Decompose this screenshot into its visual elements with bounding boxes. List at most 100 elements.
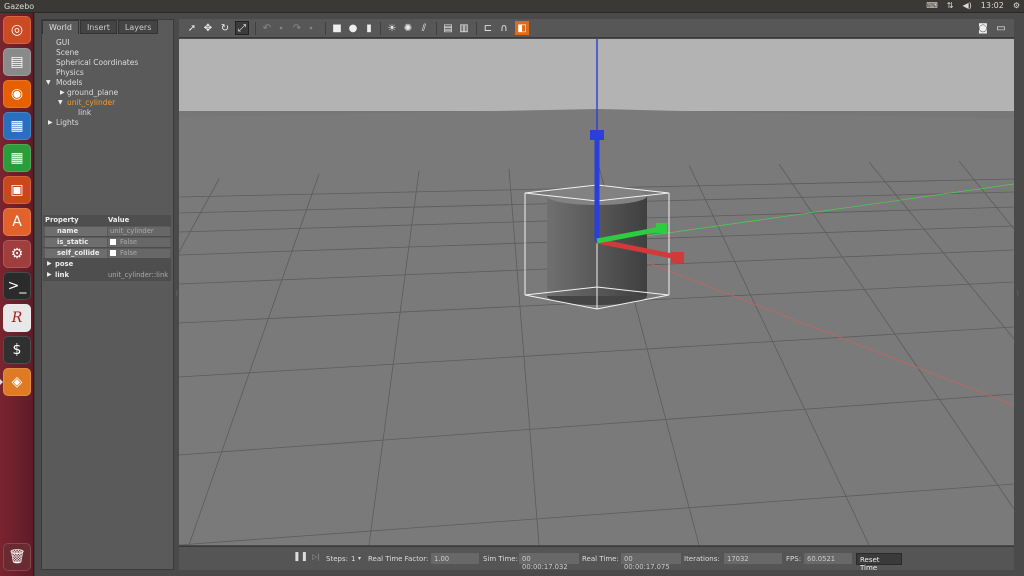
tab-layers[interactable]: Layers [117, 20, 159, 34]
steps-label: Steps: [326, 555, 348, 563]
copy-icon[interactable]: ▤ [441, 21, 455, 35]
property-row-is-static: is_static False [43, 237, 171, 248]
tree-item-scene[interactable]: Scene [56, 48, 79, 57]
expand-right-icon[interactable]: ▶ [48, 119, 53, 126]
rstudio-icon[interactable]: R [3, 304, 31, 332]
property-key: self_collide [45, 249, 107, 258]
tree-item-lights[interactable]: Lights [56, 118, 79, 127]
tree-item-gui[interactable]: GUI [56, 38, 70, 47]
point-light-icon[interactable]: ☀ [385, 21, 399, 35]
real-time-field: 00 00:00:17.075 [621, 553, 681, 571]
view-angle-icon[interactable]: ◧ [515, 21, 529, 35]
pause-icon[interactable]: ❚❚ [293, 552, 308, 562]
screenshot-icon[interactable]: ◙ [976, 21, 990, 35]
running-indicator [0, 379, 3, 385]
status-bar: ❚❚ ▷| Steps: 1 ▾ Real Time Factor: 1.00 … [179, 546, 1014, 572]
trash-icon[interactable]: 🗑 [3, 543, 31, 571]
fps-field: 60.0521 [804, 553, 852, 564]
select-arrow-icon[interactable]: ➚ [185, 21, 199, 35]
translate-icon[interactable]: ✥ [201, 21, 215, 35]
record-video-icon[interactable]: ▭ [994, 21, 1008, 35]
property-value-cell: False [108, 249, 170, 258]
system-settings-icon[interactable]: ⚙ [3, 240, 31, 268]
cylinder-shape-icon[interactable]: ▮ [362, 21, 376, 35]
files-icon[interactable]: ▤ [3, 48, 31, 76]
expand-right-icon[interactable]: ▶ [60, 89, 65, 96]
panel-tabs: World Insert Layers [42, 20, 159, 34]
iterations-label: Iterations: [684, 555, 720, 563]
property-table: Property Value name unit_cylinder is_sta… [43, 215, 171, 281]
volume-icon[interactable]: ◀) [962, 1, 971, 10]
keyboard-icon[interactable]: ⌨ [926, 1, 938, 10]
undo-dropdown-icon[interactable]: ▾ [274, 21, 288, 35]
tree-item-spherical-coordinates[interactable]: Spherical Coordinates [56, 58, 138, 67]
left-panel: World Insert Layers GUI Scene Spherical … [41, 19, 174, 570]
property-header: Property Value [43, 215, 171, 226]
property-key: link [55, 271, 70, 279]
property-row-self-collide: self_collide False [43, 248, 171, 259]
reset-time-button[interactable]: Reset Time [856, 553, 902, 572]
world-tree: GUI Scene Spherical Coordinates Physics … [42, 34, 173, 224]
self-collide-checkbox[interactable] [110, 250, 116, 256]
steps-value[interactable]: 1 [351, 555, 355, 563]
iterations-field: 17032 [724, 553, 782, 564]
ubuntu-dash-icon[interactable]: ◎ [3, 16, 31, 44]
expand-down-icon[interactable]: ▼ [46, 79, 51, 86]
y-scale-handle [656, 223, 667, 233]
align-icon[interactable]: ⊏ [481, 21, 495, 35]
impress-icon[interactable]: ▣ [3, 176, 31, 204]
spot-light-icon[interactable]: ✺ [401, 21, 415, 35]
left-splitter-handle[interactable]: ⋮ [174, 290, 180, 297]
gnome-terminal-icon[interactable]: $ [3, 336, 31, 364]
calc-icon[interactable]: ▦ [3, 144, 31, 172]
main-toolbar: ➚ ✥ ↻ ⤢ ↶ ▾ ↷ ▾ ■ ● ▮ ☀ ✺ ⫽ ▤ ▥ ⊏ ∩ ◧ ◙ … [179, 19, 1014, 38]
system-tray: ⌨ ⇅ ◀) 13:02 ⚙ [926, 1, 1020, 10]
sphere-shape-icon[interactable]: ● [346, 21, 360, 35]
value-column-header: Value [108, 216, 130, 224]
right-splitter-handle[interactable]: ⋮ [1015, 290, 1021, 297]
box-shape-icon[interactable]: ■ [330, 21, 344, 35]
rotate-icon[interactable]: ↻ [218, 21, 232, 35]
paste-icon[interactable]: ▥ [457, 21, 471, 35]
property-value: unit_cylinder::link [108, 271, 169, 279]
scene-render[interactable] [179, 39, 1014, 545]
checkbox-label: False [120, 238, 138, 246]
redo-icon[interactable]: ↷ [290, 21, 304, 35]
property-row-pose[interactable]: ▶ pose [43, 259, 171, 270]
gazebo-icon[interactable]: ◈ [0, 368, 31, 396]
steps-dropdown-icon[interactable]: ▾ [358, 555, 361, 562]
real-time-factor-label: Real Time Factor: [368, 555, 429, 563]
checkbox-label: False [120, 249, 138, 257]
writer-icon[interactable]: ▦ [3, 112, 31, 140]
tree-item-link[interactable]: link [78, 108, 91, 117]
real-time-factor-field: 1.00 [431, 553, 479, 564]
undo-icon[interactable]: ↶ [260, 21, 274, 35]
firefox-icon[interactable]: ◉ [3, 80, 31, 108]
property-value-cell: False [108, 238, 170, 247]
unity-launcher: ◎ ▤ ◉ ▦ ▦ ▣ A ⚙ >_ R $ ◈ 🗑 [0, 13, 34, 576]
step-icon[interactable]: ▷| [312, 553, 320, 561]
property-key: name [45, 227, 107, 236]
tab-insert[interactable]: Insert [79, 20, 117, 34]
property-key: is_static [45, 238, 107, 247]
tree-item-unit-cylinder[interactable]: unit_cylinder [67, 98, 115, 107]
property-row-link[interactable]: ▶ link unit_cylinder::link [43, 270, 171, 281]
tree-item-models[interactable]: Models [56, 78, 82, 87]
snap-icon[interactable]: ∩ [497, 21, 511, 35]
settings-gear-icon[interactable]: ⚙ [1013, 1, 1020, 10]
redo-dropdown-icon[interactable]: ▾ [304, 21, 318, 35]
tab-world[interactable]: World [42, 20, 79, 34]
clock[interactable]: 13:02 [981, 1, 1004, 10]
tree-item-ground-plane[interactable]: ground_plane [67, 88, 118, 97]
scene-viewport[interactable] [179, 39, 1014, 545]
terminal-icon[interactable]: >_ [3, 272, 31, 300]
property-value[interactable]: unit_cylinder [108, 227, 170, 236]
network-icon[interactable]: ⇅ [947, 1, 954, 10]
expand-down-icon[interactable]: ▼ [58, 99, 63, 106]
property-row-name: name unit_cylinder [43, 226, 171, 237]
scale-icon[interactable]: ⤢ [235, 21, 249, 35]
is-static-checkbox[interactable] [110, 239, 116, 245]
directional-light-icon[interactable]: ⫽ [417, 21, 431, 35]
software-center-icon[interactable]: A [3, 208, 31, 236]
tree-item-physics[interactable]: Physics [56, 68, 84, 77]
